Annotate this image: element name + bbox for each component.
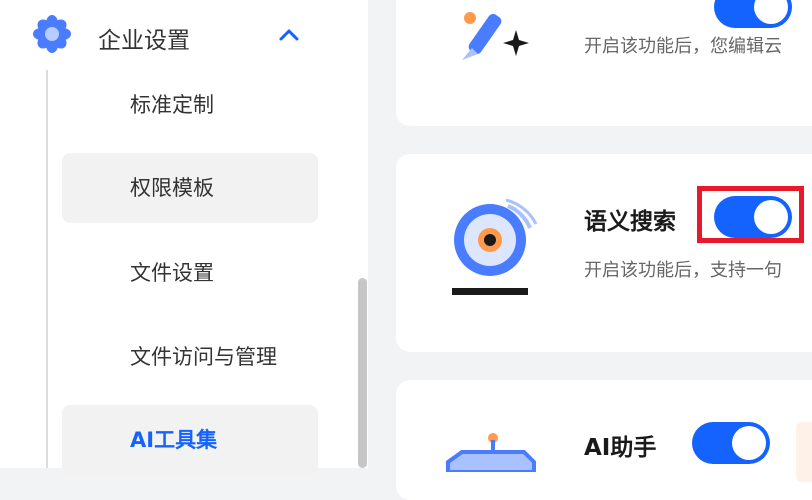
- sidebar-item-ai-toolkit[interactable]: AI工具集: [62, 405, 318, 475]
- sidebar-item-label: 文件设置: [130, 261, 214, 285]
- smart-edit-toggle[interactable]: [714, 0, 792, 28]
- card-side-badge: [796, 422, 812, 482]
- sidebar-item-label: 文件访问与管理: [130, 345, 277, 369]
- ai-assistant-robot-icon: [446, 433, 536, 472]
- ai-assistant-toggle[interactable]: [692, 422, 770, 464]
- sidebar-item-file-access-management[interactable]: 文件访问与管理: [62, 322, 318, 392]
- chevron-up-icon[interactable]: [276, 22, 302, 48]
- semantic-search-eye-icon: [452, 198, 538, 295]
- sidebar-item-file-settings[interactable]: 文件设置: [62, 238, 318, 308]
- sidebar: 企业设置 标准定制 权限模板 文件设置 文件访问与管理 AI工具集: [0, 0, 368, 475]
- card-title: 语义搜索: [584, 209, 676, 235]
- card-title: AI助手: [584, 435, 657, 461]
- flower-gear-icon: [33, 15, 71, 53]
- sidebar-group-enterprise-settings[interactable]: 企业设置: [28, 12, 328, 60]
- sidebar-item-label: AI工具集: [130, 428, 218, 452]
- sidebar-item-standard-customization[interactable]: 标准定制: [62, 70, 318, 140]
- tree-guide-line: [46, 70, 48, 468]
- feature-card-ai-assistant: AI助手: [396, 380, 812, 500]
- highlight-annotation-box: [697, 186, 804, 243]
- card-description: 开启该功能后，支持一句: [584, 260, 782, 281]
- sidebar-item-permission-templates[interactable]: 权限模板: [62, 153, 318, 223]
- magic-brush-icon: [462, 12, 529, 60]
- sidebar-item-label: 权限模板: [130, 176, 214, 200]
- sidebar-group-label: 企业设置: [98, 28, 190, 54]
- sidebar-item-label: 标准定制: [130, 93, 214, 117]
- feature-card-semantic-search: 语义搜索 开启该功能后，支持一句: [396, 154, 812, 352]
- card-description: 开启该功能后，您编辑云: [584, 36, 782, 57]
- sidebar-scrollbar[interactable]: [358, 278, 367, 468]
- feature-card-smart-edit: 开启该功能后，您编辑云: [396, 0, 812, 126]
